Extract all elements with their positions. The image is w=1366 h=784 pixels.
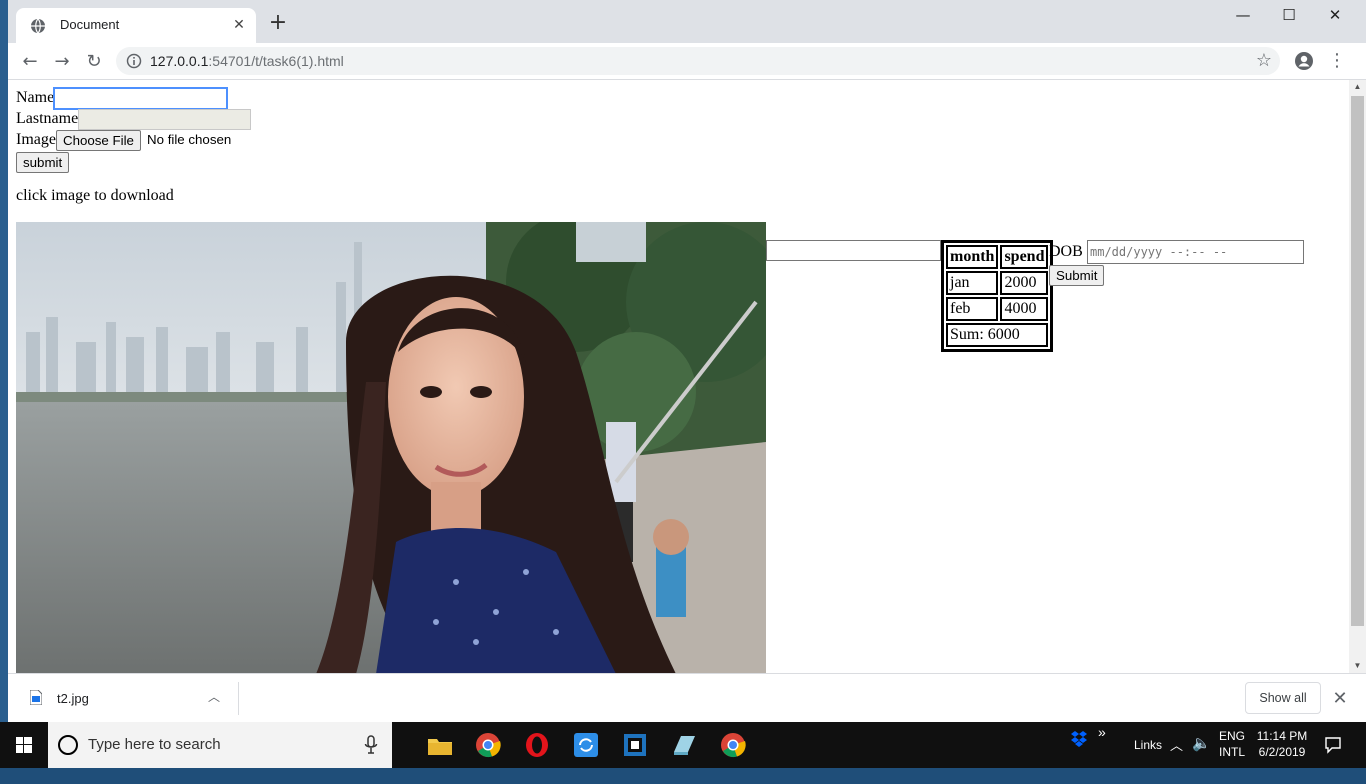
links-toolbar[interactable]: Links [1134,738,1162,784]
desktop-edge [0,0,8,722]
header-month: month [946,245,999,269]
clock[interactable]: 11:14 PM 6/2/2019 [1256,729,1308,775]
sum-cell: Sum: 6000 [946,323,1049,347]
browser-window: Document ✕ + — ☐ ✕ ← → ↻ 127.0.0.1:54701… [8,0,1366,722]
image-label: Image [16,131,56,148]
maximize-button[interactable]: ☐ [1266,0,1312,30]
extra-text-input[interactable] [766,240,941,261]
notes-app-icon[interactable] [669,730,699,760]
tab-title: Document [60,17,120,32]
table-header-row: month spend [946,245,1049,269]
tab-close-icon[interactable]: ✕ [230,16,248,34]
dob-submit-button[interactable]: Submit [1049,265,1105,286]
forward-button[interactable]: → [50,50,74,74]
toolbar-overflow-icon[interactable]: » [1098,724,1106,770]
portrait-photo[interactable] [16,222,766,673]
windows-start-icon[interactable] [0,722,48,768]
tab-document[interactable]: Document ✕ [16,8,256,43]
new-tab-button[interactable]: + [266,12,290,36]
file-status: No file chosen [147,132,232,147]
dropbox-icon[interactable] [1070,730,1088,748]
scrollbar-thumb[interactable] [1351,96,1364,626]
language-indicator[interactable]: ENG INTL [1219,729,1245,775]
download-file-name[interactable]: t2.jpg [57,691,89,706]
sync-app-icon[interactable] [571,730,601,760]
bookmark-star-icon[interactable]: ☆ [1256,50,1272,71]
clock-time: 11:14 PM [1256,729,1308,743]
url-path: :54701/t/task6(1).html [208,53,344,69]
browser-toolbar: ← → ↻ 127.0.0.1:54701/t/task6(1).html ☆ … [8,43,1366,80]
page-scrollbar[interactable]: ▲ ▼ [1349,80,1366,673]
url-host: 127.0.0.1 [150,53,209,69]
cell-spend: 4000 [1000,297,1049,321]
url-text: 127.0.0.1:54701/t/task6(1).html [150,53,344,69]
reload-button[interactable]: ↻ [82,50,106,74]
keyboard-layout: INTL [1219,745,1246,759]
table-row: feb 4000 [946,297,1049,321]
page-viewport: Name Lastname Image Choose File No file … [8,80,1366,673]
download-hint: click image to download [16,187,174,204]
globe-icon [31,18,45,34]
cell-spend: 2000 [1000,271,1049,295]
table-row: jan 2000 [946,271,1049,295]
address-bar[interactable]: 127.0.0.1:54701/t/task6(1).html ☆ [116,47,1280,75]
notifications-icon[interactable] [1324,736,1342,754]
cell-month: jan [946,271,999,295]
taskbar: Type here to search » Links ︿ 🔈 ENG INTL… [0,722,1366,768]
header-spend: spend [1000,245,1049,269]
chevron-up-icon[interactable]: ︿ [206,687,222,707]
taskbar-search-box[interactable]: Type here to search [48,722,392,768]
divider [238,682,239,715]
name-input[interactable] [53,87,228,110]
search-placeholder: Type here to search [88,736,221,753]
microphone-icon[interactable] [364,735,378,755]
cortana-icon [58,735,78,755]
choose-file-button[interactable]: Choose File [56,130,141,151]
show-hidden-icons-icon[interactable]: ︿ [1170,735,1183,781]
name-label: Name [16,89,55,106]
volume-icon[interactable]: 🔈 [1192,734,1211,780]
chrome-active-icon[interactable] [718,730,748,760]
table-sum-row: Sum: 6000 [946,323,1049,347]
spend-table: month spend jan 2000 feb 4000 Sum: 6000 [941,240,1054,352]
close-icon[interactable]: ✕ [1328,687,1352,711]
clock-date: 6/2/2019 [1258,745,1306,759]
back-button[interactable]: ← [18,50,42,74]
title-bar: Document ✕ + — ☐ ✕ [8,0,1366,43]
file-explorer-icon[interactable] [425,730,455,760]
show-all-button[interactable]: Show all [1245,682,1321,714]
kebab-menu-icon[interactable]: ⋮ [1328,50,1346,72]
close-window-button[interactable]: ✕ [1312,0,1358,30]
minimize-button[interactable]: — [1220,0,1266,30]
language-code: ENG [1219,729,1246,743]
code-editor-icon[interactable] [620,730,650,760]
submit-button[interactable]: submit [16,152,70,173]
dob-label: DOB [1049,243,1083,260]
download-bar: t2.jpg ︿ Show all ✕ [8,673,1366,722]
cell-month: feb [946,297,999,321]
scroll-up-arrow-icon[interactable]: ▲ [1349,80,1366,94]
account-icon[interactable] [1294,51,1314,71]
info-icon [126,53,142,69]
chrome-icon[interactable] [473,730,503,760]
lastname-input[interactable] [78,109,251,130]
scroll-down-arrow-icon[interactable]: ▼ [1349,659,1366,673]
opera-icon[interactable] [522,730,552,760]
lastname-label: Lastname [16,110,79,127]
dob-datetime-input[interactable] [1087,240,1304,264]
image-file-icon [30,690,42,705]
